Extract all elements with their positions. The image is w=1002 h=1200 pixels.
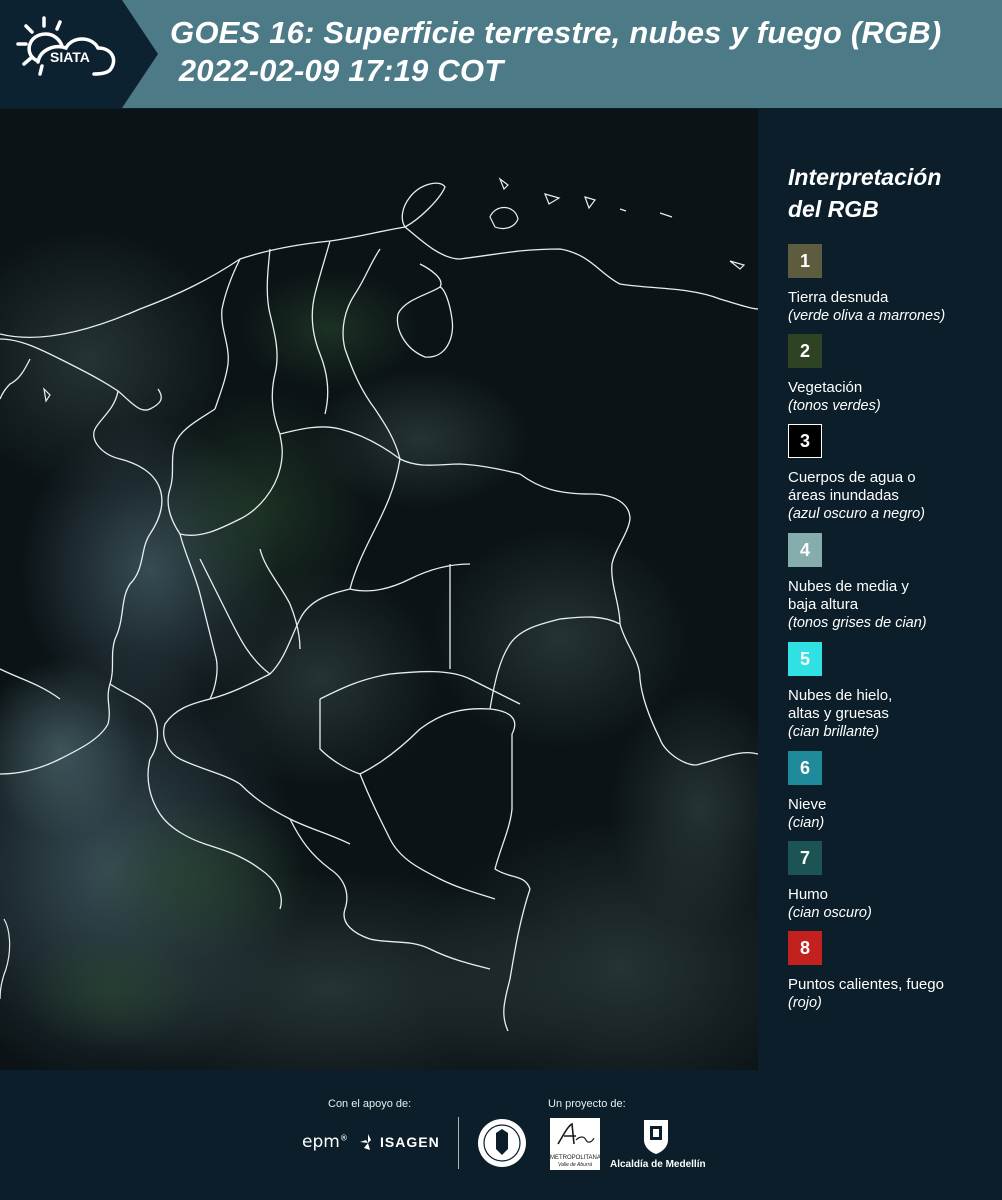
legend-label-line-1: Cuerpos de agua o: [788, 469, 916, 486]
legend-label: Puntos calientes, fuego: [788, 976, 944, 993]
seal-logo-icon: [478, 1119, 526, 1167]
legend-label-line-1: Nubes de hielo,: [788, 687, 893, 704]
project-label: Un proyecto de:: [548, 1098, 626, 1110]
legend-item-ice-clouds: 5 Nubes de hielo, altas y gruesas (cian …: [788, 642, 998, 741]
map-canvas: [0, 109, 820, 1119]
legend-label-line-1: Nubes de media y: [788, 578, 909, 595]
legend-label: Cuerpos de agua o áreas inundadas: [788, 469, 998, 505]
title-line-1: GOES 16: Superficie terrestre, nubes y f…: [170, 15, 942, 50]
logo-text: SIATA: [50, 49, 90, 65]
legend-title-line-2: del RGB: [788, 196, 879, 222]
title-line-2: 2022-02-09 17:19 COT: [170, 53, 504, 88]
legend-item-bare-soil: 1 Tierra desnuda (verde oliva a marrones…: [788, 244, 998, 325]
area-metropolitana-logo: METROPOLITANA Valle de Aburrá: [550, 1118, 601, 1170]
page-title: GOES 16: Superficie terrestre, nubes y f…: [170, 14, 1000, 90]
legend-desc: (cian oscuro): [788, 905, 872, 921]
siata-logo-icon: SIATA: [16, 16, 116, 76]
legend-title: Interpretación del RGB: [788, 161, 988, 225]
legend-item-water: 3 Cuerpos de agua o áreas inundadas (azu…: [788, 424, 998, 523]
legend-swatch: 1: [788, 244, 822, 278]
alcaldia-logo-text: Alcaldía de Medellín: [610, 1159, 706, 1170]
legend-label: Nubes de media y baja altura: [788, 578, 998, 614]
footer-divider: [458, 1117, 459, 1169]
legend-label: Humo: [788, 886, 829, 903]
legend-swatch: 4: [788, 533, 822, 567]
legend-desc: (tonos verdes): [788, 398, 881, 414]
legend-desc: (azul oscuro a negro): [788, 506, 926, 522]
legend-label-line-2: baja altura: [788, 596, 859, 613]
legend-swatch: 5: [788, 642, 822, 676]
footer: Con el apoyo de: Un proyecto de: epm® IS…: [0, 1070, 1002, 1200]
support-label: Con el apoyo de:: [328, 1098, 412, 1110]
epm-logo: epm®: [302, 1132, 348, 1152]
area-logo-line-1: METROPOLITANA: [550, 1155, 601, 1161]
legend-swatch: 8: [788, 931, 822, 965]
legend-item-fire: 8 Puntos calientes, fuego (rojo): [788, 931, 998, 1012]
legend-swatch: 7: [788, 841, 822, 875]
legend-label: Nieve: [788, 796, 827, 813]
legend-item-vegetation: 2 Vegetación (tonos verdes): [788, 334, 998, 415]
legend-label-line-2: áreas inundadas: [788, 487, 899, 504]
legend-swatch: 2: [788, 334, 822, 368]
epm-logo-text: epm: [302, 1132, 340, 1152]
legend-item-smoke: 7 Humo (cian oscuro): [788, 841, 998, 922]
legend-label: Vegetación: [788, 379, 863, 396]
legend-item-snow: 6 Nieve (cian): [788, 751, 998, 832]
legend-swatch: 6: [788, 751, 822, 785]
legend-desc: (rojo): [788, 995, 822, 1011]
area-logo-icon: [557, 1122, 595, 1145]
legend-desc: (verde oliva a marrones): [788, 308, 946, 324]
legend-label: Nubes de hielo, altas y gruesas: [788, 687, 998, 723]
legend-panel: Interpretación del RGB 1 Tierra desnuda …: [758, 109, 1002, 1070]
header: SIATA GOES 16: Superficie terrestre, nub…: [0, 0, 1002, 108]
satellite-map[interactable]: [0, 109, 820, 1119]
legend-swatch: 3: [788, 424, 822, 458]
legend-desc: (cian): [788, 815, 825, 831]
legend-desc: (cian brillante): [788, 724, 880, 740]
isagen-logo-text: ISAGEN: [380, 1134, 440, 1150]
legend-label-line-2: altas y gruesas: [788, 705, 889, 722]
legend-item-mid-low-clouds: 4 Nubes de media y baja altura (tonos gr…: [788, 533, 998, 632]
medellin-shield-icon: [644, 1120, 668, 1154]
legend-label: Tierra desnuda: [788, 289, 889, 306]
area-logo-line-2: Valle de Aburrá: [557, 1162, 593, 1168]
legend-title-line-1: Interpretación: [788, 164, 942, 190]
legend-desc: (tonos grises de cian): [788, 615, 927, 631]
isagen-logo-icon: [360, 1134, 371, 1150]
